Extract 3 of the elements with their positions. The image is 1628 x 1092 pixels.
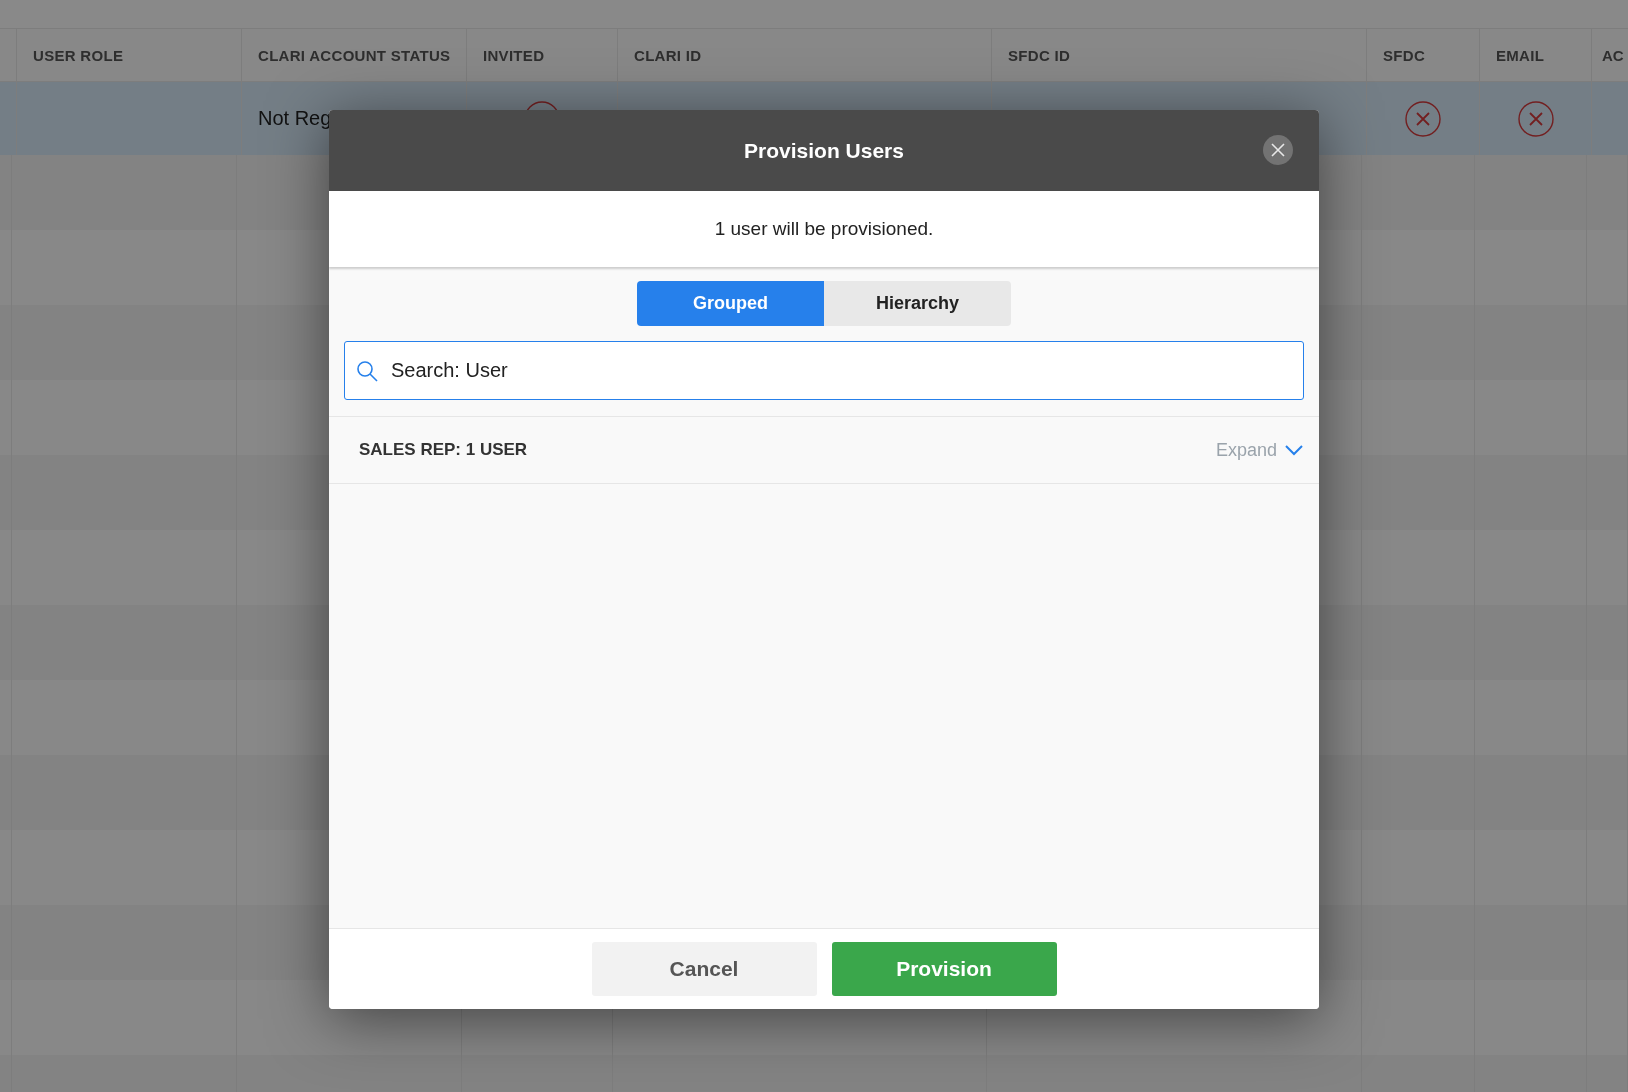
dialog-title: Provision Users [744, 138, 904, 163]
message-text: 1 user will be provisioned. [714, 218, 934, 240]
group-label: SALES REP: 1 USER [359, 440, 528, 460]
